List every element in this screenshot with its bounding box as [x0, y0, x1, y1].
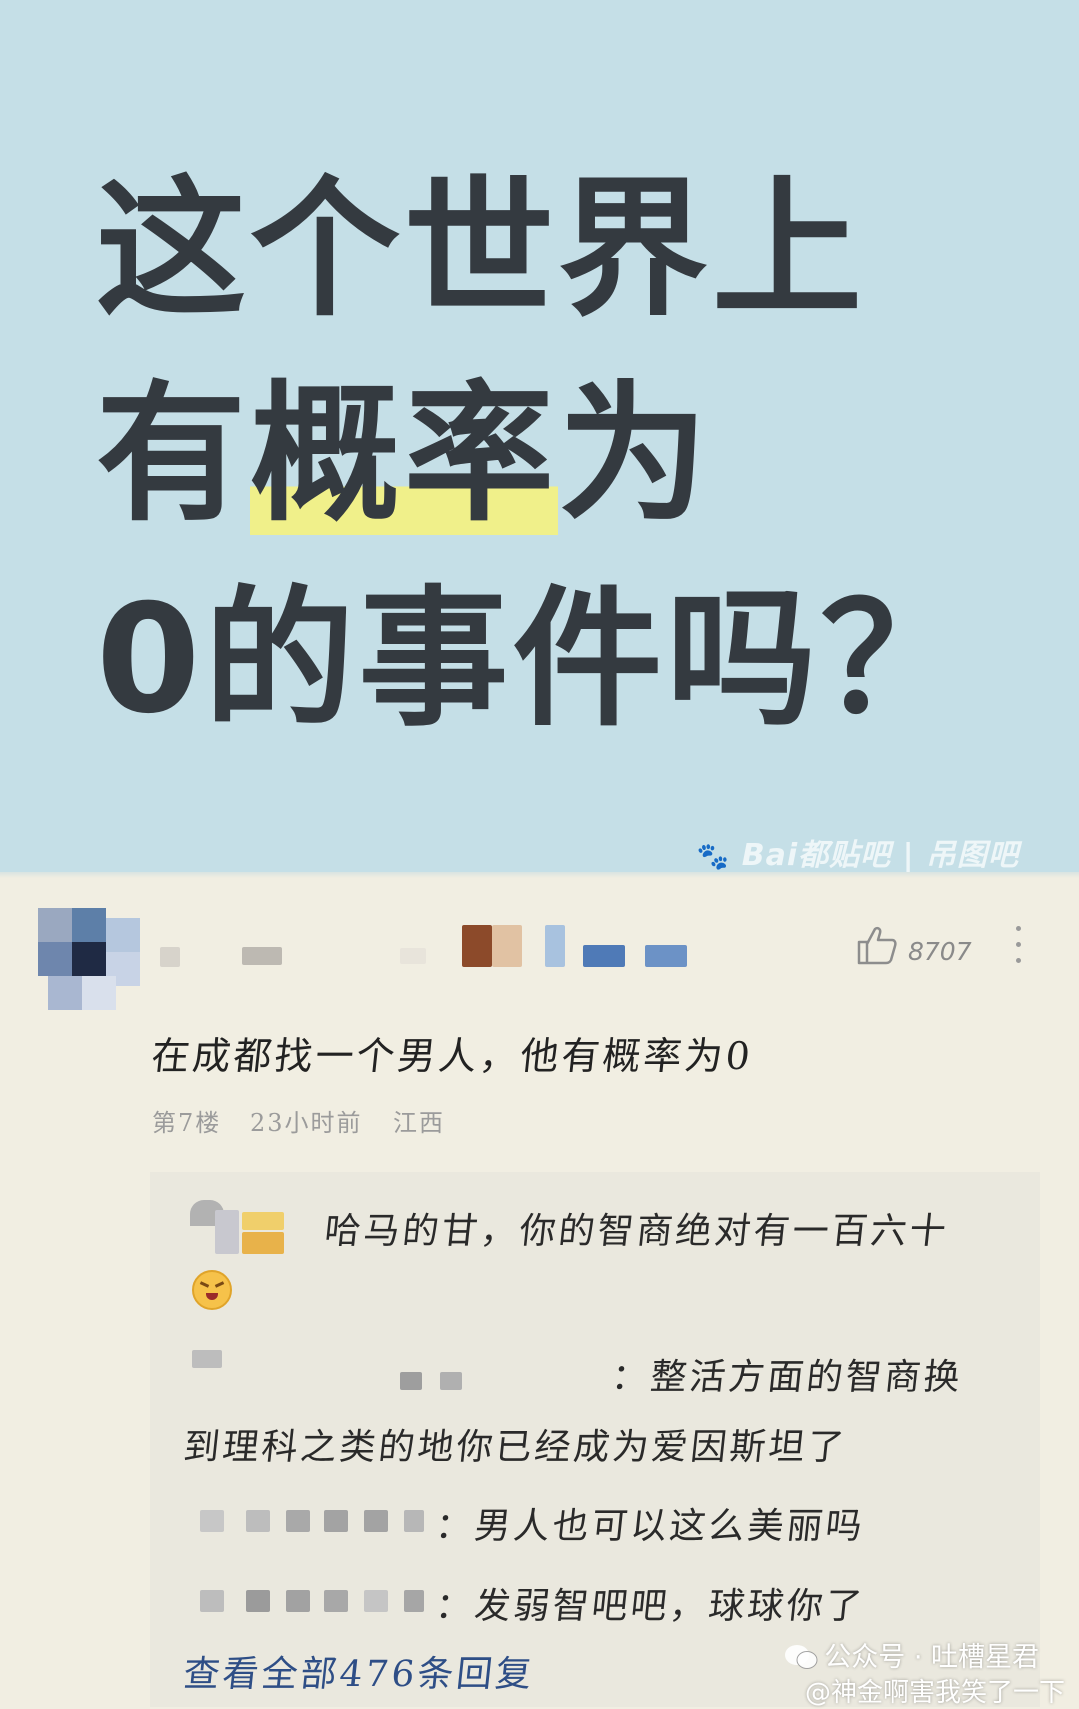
- laughing-emoji-icon: [192, 1270, 232, 1310]
- floor-number: 第7楼: [152, 1109, 222, 1137]
- reply-username-blur: [440, 1372, 462, 1390]
- level-badge-blur: [545, 925, 565, 967]
- reply-username-blur: [215, 1210, 239, 1254]
- level-badge-blur: [645, 945, 687, 967]
- level-badge-blur: [583, 945, 625, 967]
- view-all-replies-link[interactable]: 查看全部476条回复: [181, 1645, 537, 1697]
- reply-username-blur[interactable]: [192, 1350, 222, 1368]
- username-blur: [242, 947, 282, 965]
- thumbs-up-icon[interactable]: [855, 923, 899, 967]
- like-count: 8707: [908, 937, 972, 966]
- comment-text: 在成都找一个男人，他有概率为0: [149, 1034, 756, 1078]
- level-badge-blur: [492, 925, 522, 967]
- footer-watermark-line2: @神金啊害我笑了一下: [804, 1678, 1065, 1708]
- reply-username-blur: [286, 1590, 310, 1612]
- reply-text: ：男人也可以这么美丽吗: [433, 1506, 867, 1547]
- reply-username-blur: [246, 1510, 270, 1532]
- wechat-icon: [785, 1645, 818, 1669]
- reply-text: 到理科之类的地你已经成为爱因斯坦了: [181, 1427, 849, 1468]
- reply-username-blur: [364, 1510, 388, 1532]
- reply-username-blur: [324, 1590, 348, 1612]
- reply-username-blur: [286, 1510, 310, 1532]
- reply-username-blur: [324, 1510, 348, 1532]
- reply-text: ：整活方面的智商换: [609, 1357, 965, 1398]
- comment-time: 23小时前: [250, 1109, 363, 1137]
- footer-watermark-line1: 公众号 · 吐槽星君: [824, 1642, 1039, 1673]
- poster-line-1: 这个世界上: [96, 163, 867, 337]
- reply-username-blur: [246, 1590, 270, 1612]
- poster-line-3: 0的事件吗？: [96, 573, 975, 747]
- poster-line-2-prefix: 有: [96, 368, 251, 542]
- reply-username-blur: [242, 1232, 284, 1254]
- reply-username-blur: [400, 1372, 422, 1390]
- paw-icon: 🐾: [696, 842, 731, 872]
- reply-username-blur[interactable]: [200, 1590, 224, 1612]
- more-vertical-icon[interactable]: [1012, 926, 1024, 970]
- poster-highlight: 概率: [250, 368, 559, 542]
- question-poster: 这个世界上 有概率为 0的事件吗？ 🐾 Bai都贴吧 | 吊图吧: [0, 0, 1079, 874]
- avatar[interactable]: [38, 908, 140, 1010]
- comment-location: 江西: [393, 1109, 445, 1137]
- image-seam: [0, 872, 1079, 878]
- reply-username-blur: [404, 1590, 424, 1612]
- level-badge-blur: [462, 925, 492, 967]
- footer-watermark: 公众号 · 吐槽星君: [784, 1635, 1039, 1674]
- username-blur[interactable]: [160, 947, 180, 967]
- source-watermark: 🐾 Bai都贴吧 | 吊图吧: [697, 830, 1019, 874]
- reply-text: ：发弱智吧吧，球球你了: [433, 1586, 867, 1627]
- reply-text: 哈马的甘，你的智商绝对有一百六十: [322, 1211, 951, 1252]
- username-blur: [400, 948, 426, 964]
- reply-username-blur: [242, 1212, 284, 1230]
- source-watermark-text: Bai都贴吧 | 吊图吧: [741, 838, 1019, 873]
- reply-username-blur: [404, 1510, 424, 1532]
- reply-username-blur: [364, 1590, 388, 1612]
- poster-line-2: 有概率为: [96, 368, 712, 542]
- reply-username-blur[interactable]: [200, 1510, 224, 1532]
- poster-line-2-suffix: 为: [558, 368, 713, 542]
